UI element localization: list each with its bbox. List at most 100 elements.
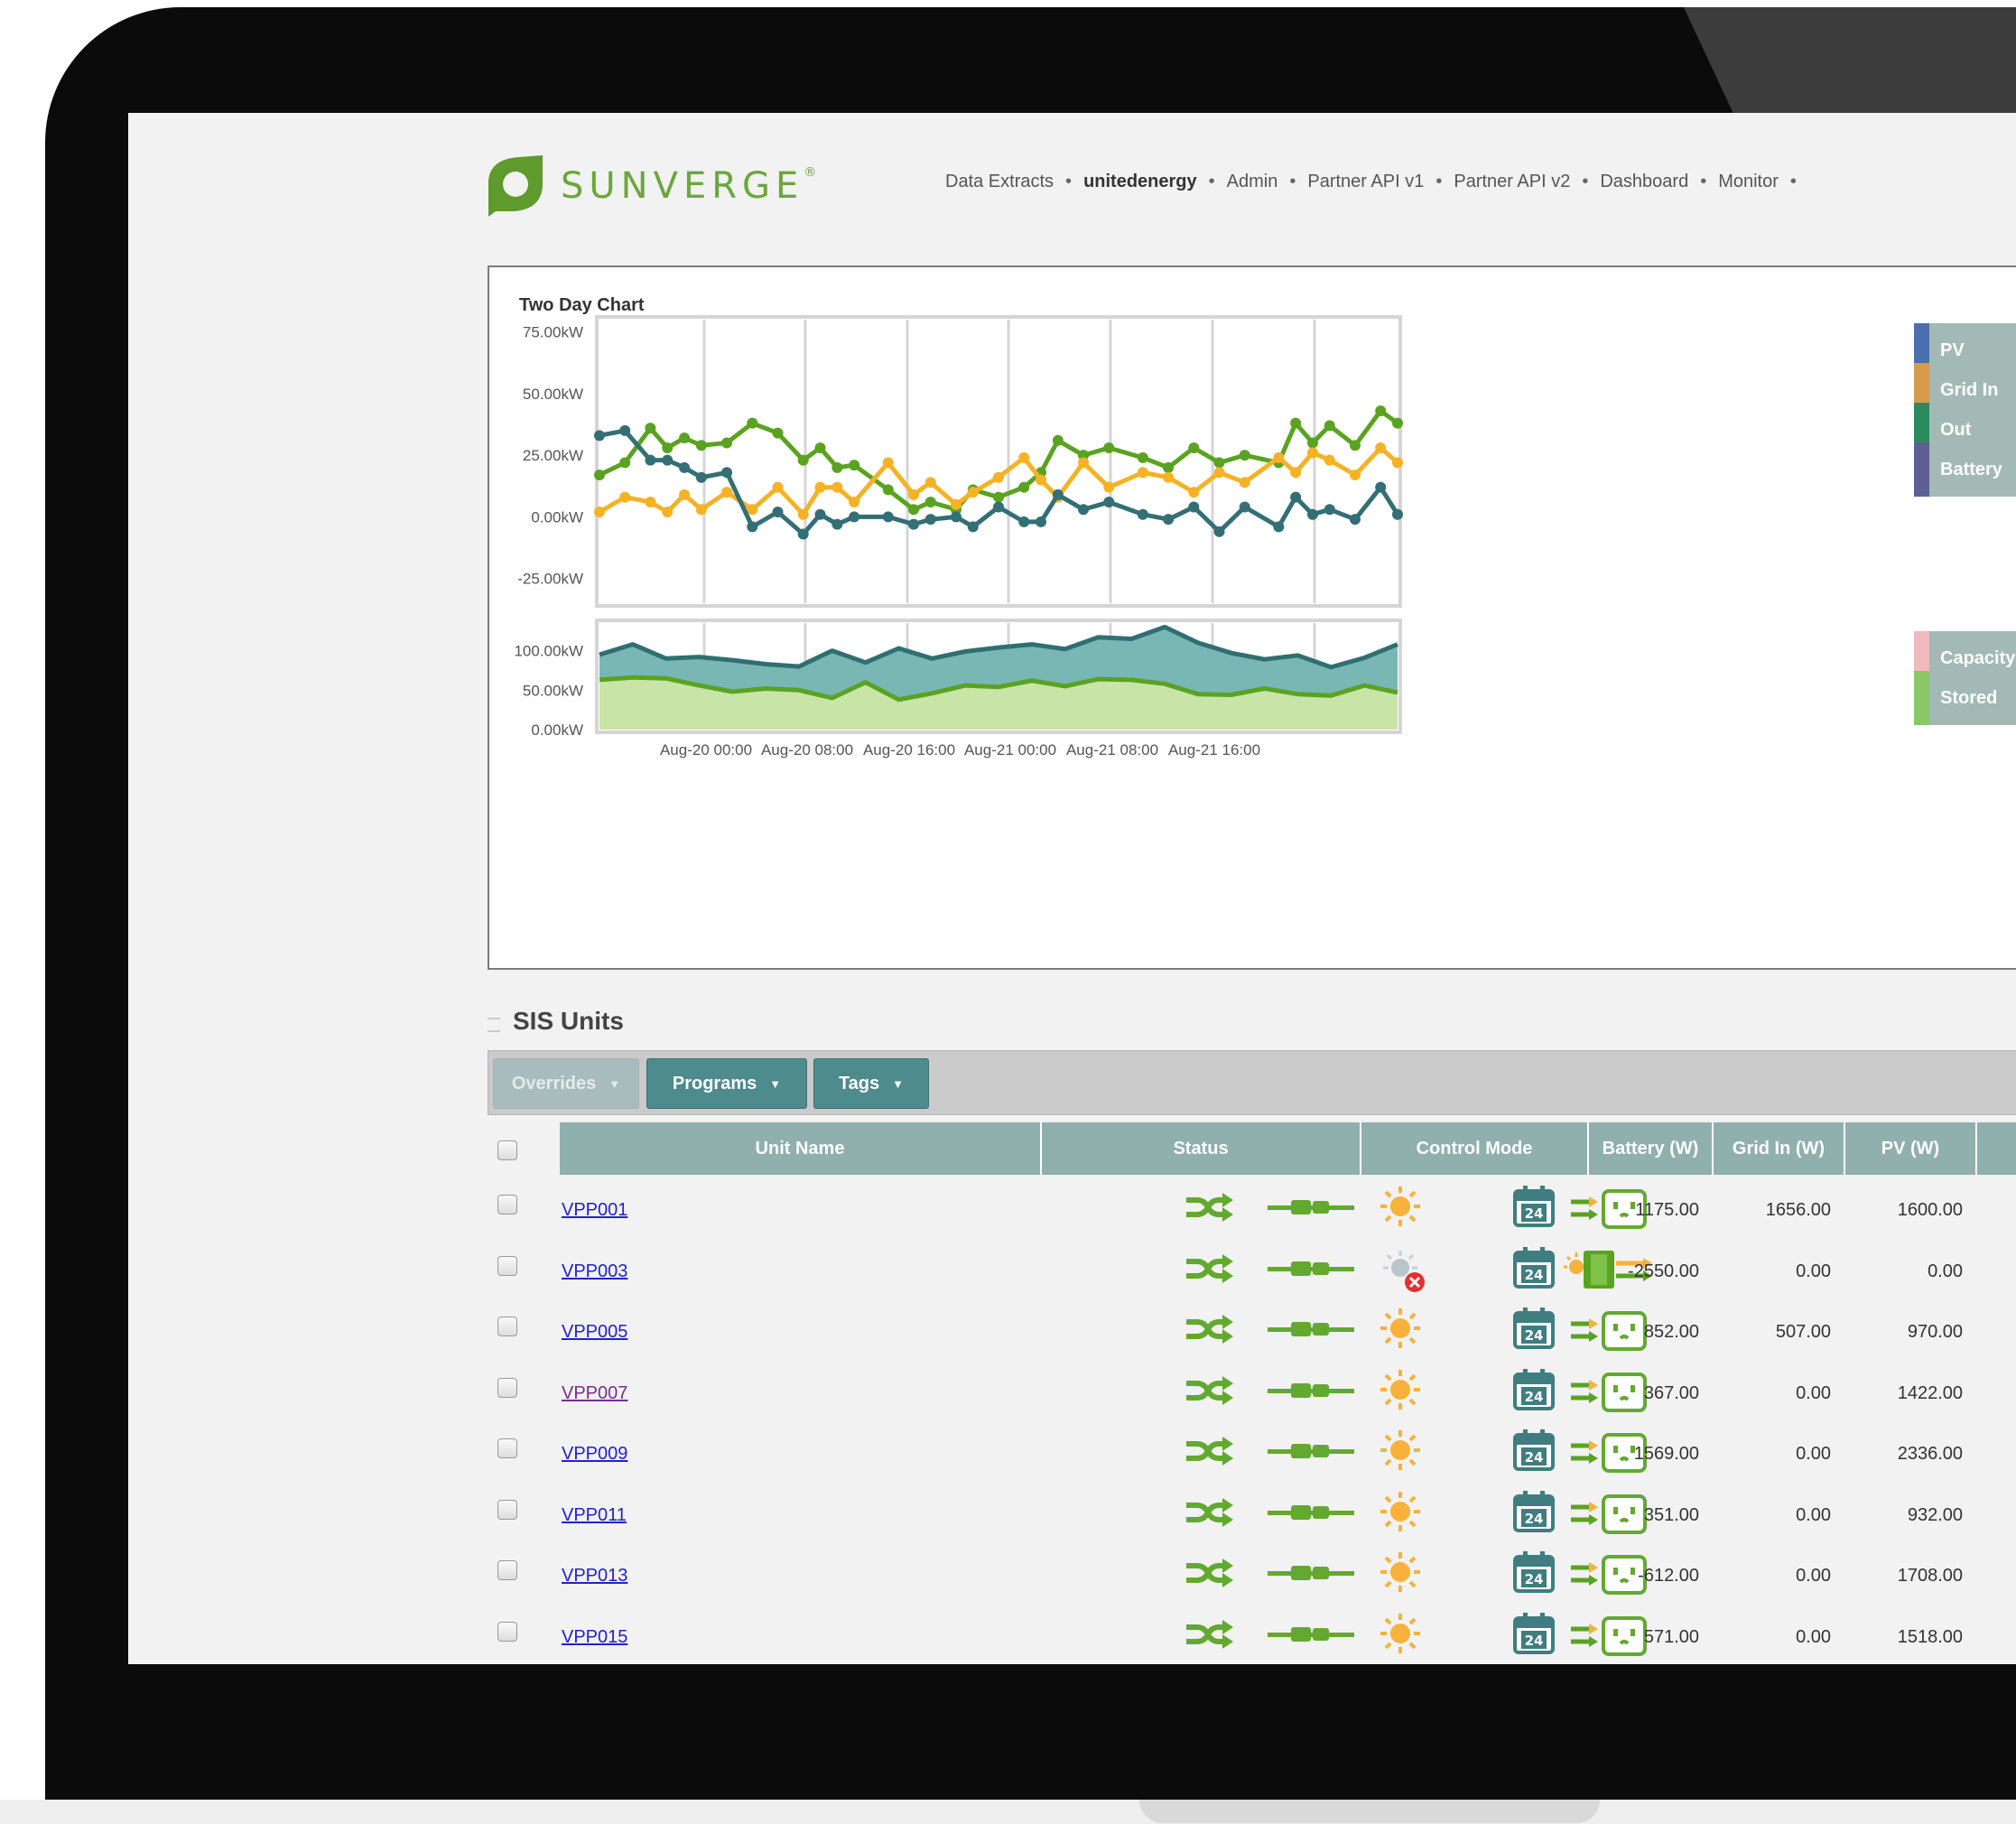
programs-label: Programs (672, 1073, 757, 1093)
y-tick-label: 100.00kW (514, 643, 583, 660)
row-checkbox[interactable] (497, 1560, 517, 1580)
two-day-chart: 75.00kW 50.00kW 25.00kW 0.00kW -25.00kW 100.0… (514, 315, 1403, 758)
legend-item-battery[interactable]: Battery (1914, 442, 2016, 497)
top-nav: Data Extracts • unitedenergy • Admin • Partner… (945, 172, 1808, 192)
drag-handle-icon[interactable] (488, 1018, 500, 1032)
data-point-green (1375, 405, 1387, 417)
x-tick-label: Aug-21 16:00 (1168, 741, 1260, 758)
table-row[interactable]: VPP011 24 351.00 0.00 932.00 (488, 1487, 2016, 1549)
data-point-green (831, 461, 843, 473)
table-row[interactable]: VPP015 24 571.00 0.00 1518.00 (488, 1609, 2016, 1665)
data-point-green (772, 427, 784, 439)
grid-tie-mode-icon[interactable] (1571, 1615, 1652, 1661)
col-status[interactable]: Status (1042, 1122, 1361, 1175)
row-checkbox[interactable] (497, 1317, 517, 1336)
sun-icon (1380, 1308, 1421, 1354)
calendar-24-icon[interactable]: 24 (1513, 1186, 1555, 1232)
sun-icon (1380, 1551, 1421, 1597)
data-point-teal (1163, 514, 1175, 526)
data-point-green (849, 460, 860, 471)
tags-button[interactable]: Tags ▼ (813, 1058, 929, 1109)
data-point-green (1324, 420, 1335, 432)
data-point-teal (1188, 501, 1200, 513)
unit-link[interactable]: VPP011 (562, 1505, 627, 1526)
data-point-teal (1290, 491, 1302, 503)
data-point-green (645, 423, 656, 434)
data-point-teal (594, 430, 605, 442)
col-unit-name[interactable]: Unit Name (560, 1122, 1042, 1175)
table-row[interactable]: VPP013 24 -612.00 0.00 1708.00 (488, 1548, 2016, 1609)
legend-label: PV (1940, 340, 1965, 360)
calendar-24-icon[interactable]: 24 (1513, 1368, 1555, 1415)
data-point-orange (662, 506, 674, 517)
calendar-24-icon[interactable]: 24 (1513, 1308, 1555, 1354)
row-checkbox[interactable] (497, 1621, 517, 1642)
nav-item-monitor[interactable]: Monitor (1718, 172, 1779, 191)
legend-label: Capacity (1940, 647, 2016, 668)
table-row[interactable]: VPP003 24 -2550.00 0.00 0.00 (488, 1243, 2016, 1305)
data-point-green (993, 491, 1004, 503)
data-point-teal (1036, 516, 1047, 527)
nav-separator: • (1582, 172, 1589, 191)
unit-link[interactable]: VPP009 (562, 1444, 627, 1465)
col-pv[interactable]: PV (W) (1845, 1122, 1977, 1175)
nav-item-partner-api-v1[interactable]: Partner API v1 (1307, 172, 1424, 191)
data-point-teal (814, 508, 826, 520)
data-point-green (1103, 442, 1115, 453)
calendar-24-icon[interactable]: 24 (1513, 1246, 1555, 1293)
data-point-orange (1290, 467, 1302, 479)
nav-item-dashboard[interactable]: Dashboard (1600, 172, 1688, 191)
calendar-24-icon[interactable]: 24 (1513, 1429, 1555, 1475)
overrides-button[interactable]: Overrides ▼ (493, 1058, 639, 1109)
table-row[interactable]: VPP009 24 1569.00 0.00 2336.00 (488, 1426, 2016, 1487)
table-row[interactable]: VPP005 24 852.00 507.00 970.00 (488, 1304, 2016, 1365)
programs-button[interactable]: Programs ▼ (646, 1058, 807, 1109)
row-checkbox[interactable] (497, 1255, 517, 1276)
data-point-orange (950, 498, 962, 510)
unit-link[interactable]: VPP001 (562, 1200, 627, 1221)
nav-item-admin[interactable]: Admin (1227, 172, 1278, 191)
cell-battery: 1175.00 (1635, 1200, 1699, 1220)
unit-link[interactable]: VPP013 (562, 1566, 627, 1587)
col-control-mode[interactable]: Control Mode (1361, 1122, 1589, 1175)
data-point-teal (882, 511, 894, 523)
calendar-24-icon[interactable]: 24 (1513, 1612, 1555, 1659)
select-all-checkbox[interactable] (497, 1140, 517, 1160)
unit-link[interactable]: VPP007 (562, 1383, 627, 1404)
grid-tie-mode-icon[interactable] (1571, 1309, 1652, 1355)
row-checkbox[interactable] (497, 1377, 517, 1398)
data-point-orange (747, 504, 758, 516)
y-tick-label: 50.00kW (523, 682, 583, 699)
cell-grid-in: 0.00 (1796, 1382, 1831, 1403)
table-row[interactable]: VPP001 24 1175.00 1656.00 1600.00 (488, 1182, 2016, 1243)
row-checkbox[interactable] (497, 1438, 517, 1458)
nav-item-partner-api-v2[interactable]: Partner API v2 (1454, 172, 1570, 191)
legend-item-stored[interactable]: Stored (1914, 671, 2016, 725)
data-point-green (747, 417, 758, 429)
grid-tie-mode-icon[interactable] (1571, 1493, 1652, 1539)
col-battery[interactable]: Battery (W) (1589, 1122, 1714, 1175)
svg-text:24: 24 (1525, 1267, 1544, 1283)
calendar-24-icon[interactable]: 24 (1513, 1551, 1555, 1597)
col-next[interactable] (1977, 1122, 2016, 1175)
x-tick-label: Aug-20 00:00 (660, 741, 752, 758)
data-point-green (1018, 481, 1030, 493)
nav-item-unitedenergy[interactable]: unitedenergy (1083, 172, 1197, 191)
leaf-logo-icon (488, 155, 543, 217)
unit-link[interactable]: VPP015 (562, 1627, 627, 1648)
table-row[interactable]: VPP007 24 367.00 0.00 1422.00 (488, 1365, 2016, 1427)
unit-link[interactable]: VPP003 (562, 1261, 627, 1282)
col-grid-in[interactable]: Grid In (W) (1714, 1122, 1845, 1175)
unit-link[interactable]: VPP005 (562, 1322, 627, 1343)
data-point-teal (1213, 526, 1225, 537)
row-checkbox[interactable] (497, 1195, 517, 1214)
data-point-orange (1273, 451, 1285, 463)
data-point-orange (1137, 467, 1148, 479)
sunverge-logo[interactable]: SUNVERGE® (483, 154, 816, 219)
grid-tie-mode-icon[interactable] (1571, 1371, 1652, 1417)
row-checkbox[interactable] (497, 1499, 517, 1520)
data-point-teal (797, 528, 809, 540)
cell-grid-in: 0.00 (1796, 1566, 1831, 1586)
nav-item-data-extracts[interactable]: Data Extracts (945, 172, 1054, 191)
calendar-24-icon[interactable]: 24 (1513, 1490, 1555, 1537)
